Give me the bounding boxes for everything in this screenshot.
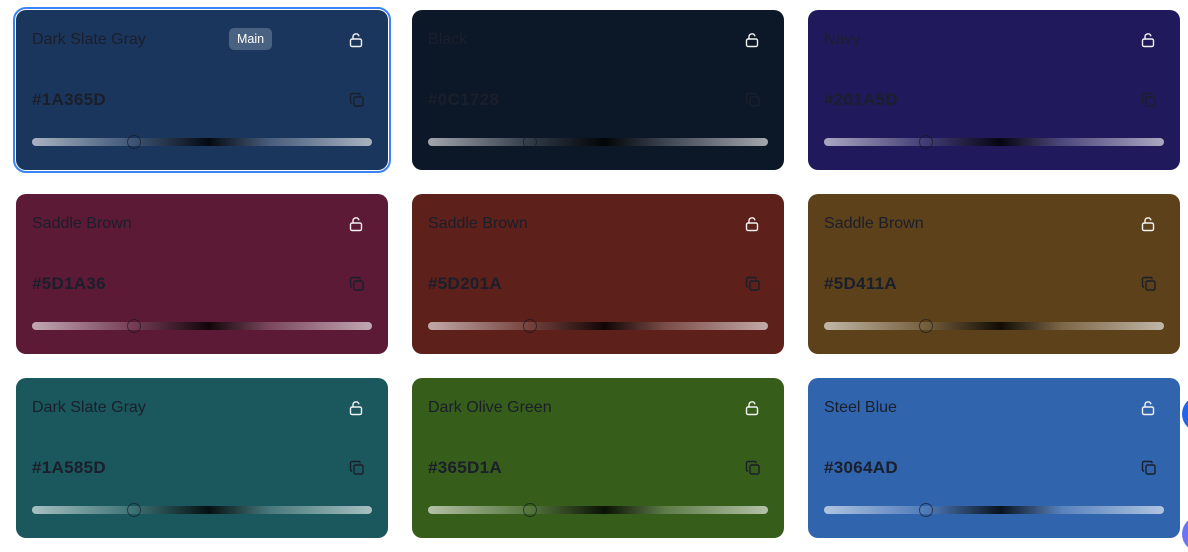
shade-slider-track[interactable] [32, 322, 372, 330]
unlock-icon[interactable] [348, 400, 364, 416]
hex-value: #1A585D [32, 458, 106, 477]
unlock-icon[interactable] [744, 400, 760, 416]
color-card[interactable]: Steel Blue #3064AD [808, 378, 1180, 538]
shade-slider-track[interactable] [32, 506, 372, 514]
hex-value: #1A365D [32, 90, 106, 109]
copy-icon[interactable] [349, 460, 365, 476]
hex-value: #0C1728 [428, 90, 500, 109]
color-name: Saddle Brown [824, 215, 924, 232]
unlock-icon[interactable] [1140, 216, 1156, 232]
shade-slider-track[interactable] [32, 138, 372, 146]
main-badge: Main [229, 28, 273, 50]
color-name: Saddle Brown [32, 215, 132, 232]
shade-slider-thumb[interactable] [523, 135, 537, 149]
copy-icon[interactable] [1141, 276, 1157, 292]
unlock-icon[interactable] [1140, 400, 1156, 416]
shade-slider-track[interactable] [824, 506, 1164, 514]
color-card[interactable]: Dark Slate Gray Main #1A365D [13, 7, 391, 173]
color-card[interactable]: Saddle Brown #5D1A36 [16, 194, 388, 354]
color-card[interactable]: Black #0C1728 [412, 10, 784, 170]
copy-icon[interactable] [1141, 460, 1157, 476]
color-name: Saddle Brown [428, 215, 528, 232]
color-card[interactable]: Dark Slate Gray #1A585D [16, 378, 388, 538]
palette-grid: Dark Slate Gray Main #1A365D Black #0C17… [0, 0, 1188, 552]
color-name: Dark Slate Gray [32, 399, 146, 416]
copy-icon[interactable] [349, 276, 365, 292]
color-card[interactable]: Navy #201A5D [808, 10, 1180, 170]
hex-value: #5D1A36 [32, 274, 106, 293]
color-name: Black [428, 31, 468, 48]
shade-slider-thumb[interactable] [523, 503, 537, 517]
unlock-icon[interactable] [348, 32, 364, 48]
color-name: Dark Olive Green [428, 399, 552, 416]
shade-slider-thumb[interactable] [127, 135, 141, 149]
hex-value: #5D411A [824, 274, 897, 293]
shade-slider-track[interactable] [428, 138, 768, 146]
unlock-icon[interactable] [744, 32, 760, 48]
shade-slider-thumb[interactable] [919, 503, 933, 517]
color-name: Dark Slate Gray [32, 31, 146, 48]
color-card[interactable]: Saddle Brown #5D411A [808, 194, 1180, 354]
unlock-icon[interactable] [1140, 32, 1156, 48]
color-card[interactable]: Dark Olive Green #365D1A [412, 378, 784, 538]
shade-slider-track[interactable] [824, 322, 1164, 330]
shade-slider-thumb[interactable] [523, 319, 537, 333]
hex-value: #3064AD [824, 458, 898, 477]
color-card[interactable]: Saddle Brown #5D201A [412, 194, 784, 354]
color-name: Steel Blue [824, 399, 897, 416]
copy-icon[interactable] [349, 92, 365, 108]
hex-value: #365D1A [428, 458, 502, 477]
hex-value: #5D201A [428, 274, 502, 293]
copy-icon[interactable] [1141, 92, 1157, 108]
shade-slider-track[interactable] [428, 506, 768, 514]
shade-slider-thumb[interactable] [127, 503, 141, 517]
copy-icon[interactable] [745, 92, 761, 108]
unlock-icon[interactable] [348, 216, 364, 232]
shade-slider-thumb[interactable] [919, 319, 933, 333]
hex-value: #201A5D [824, 90, 898, 109]
unlock-icon[interactable] [744, 216, 760, 232]
copy-icon[interactable] [745, 276, 761, 292]
shade-slider-thumb[interactable] [127, 319, 141, 333]
shade-slider-track[interactable] [428, 322, 768, 330]
color-name: Navy [824, 31, 861, 48]
copy-icon[interactable] [745, 460, 761, 476]
shade-slider-thumb[interactable] [919, 135, 933, 149]
shade-slider-track[interactable] [824, 138, 1164, 146]
